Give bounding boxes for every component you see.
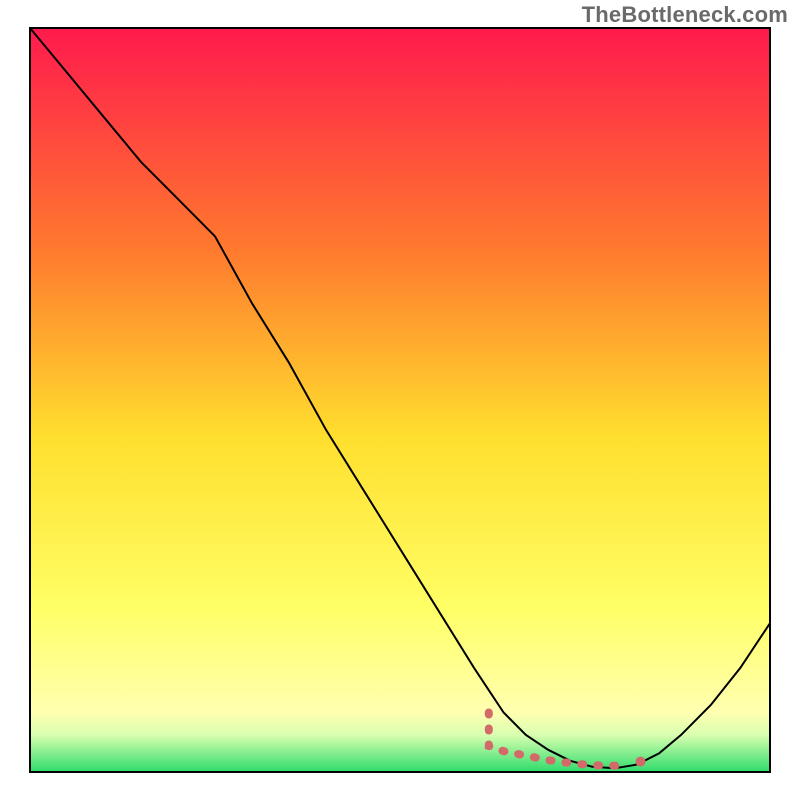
highlight-dot	[636, 757, 646, 767]
plot-area	[30, 28, 770, 772]
chart-container: { "watermark": "TheBottleneck.com", "col…	[0, 0, 800, 800]
bottleneck-chart	[0, 0, 800, 800]
gradient-background	[30, 28, 770, 772]
watermark-text: TheBottleneck.com	[582, 2, 788, 28]
